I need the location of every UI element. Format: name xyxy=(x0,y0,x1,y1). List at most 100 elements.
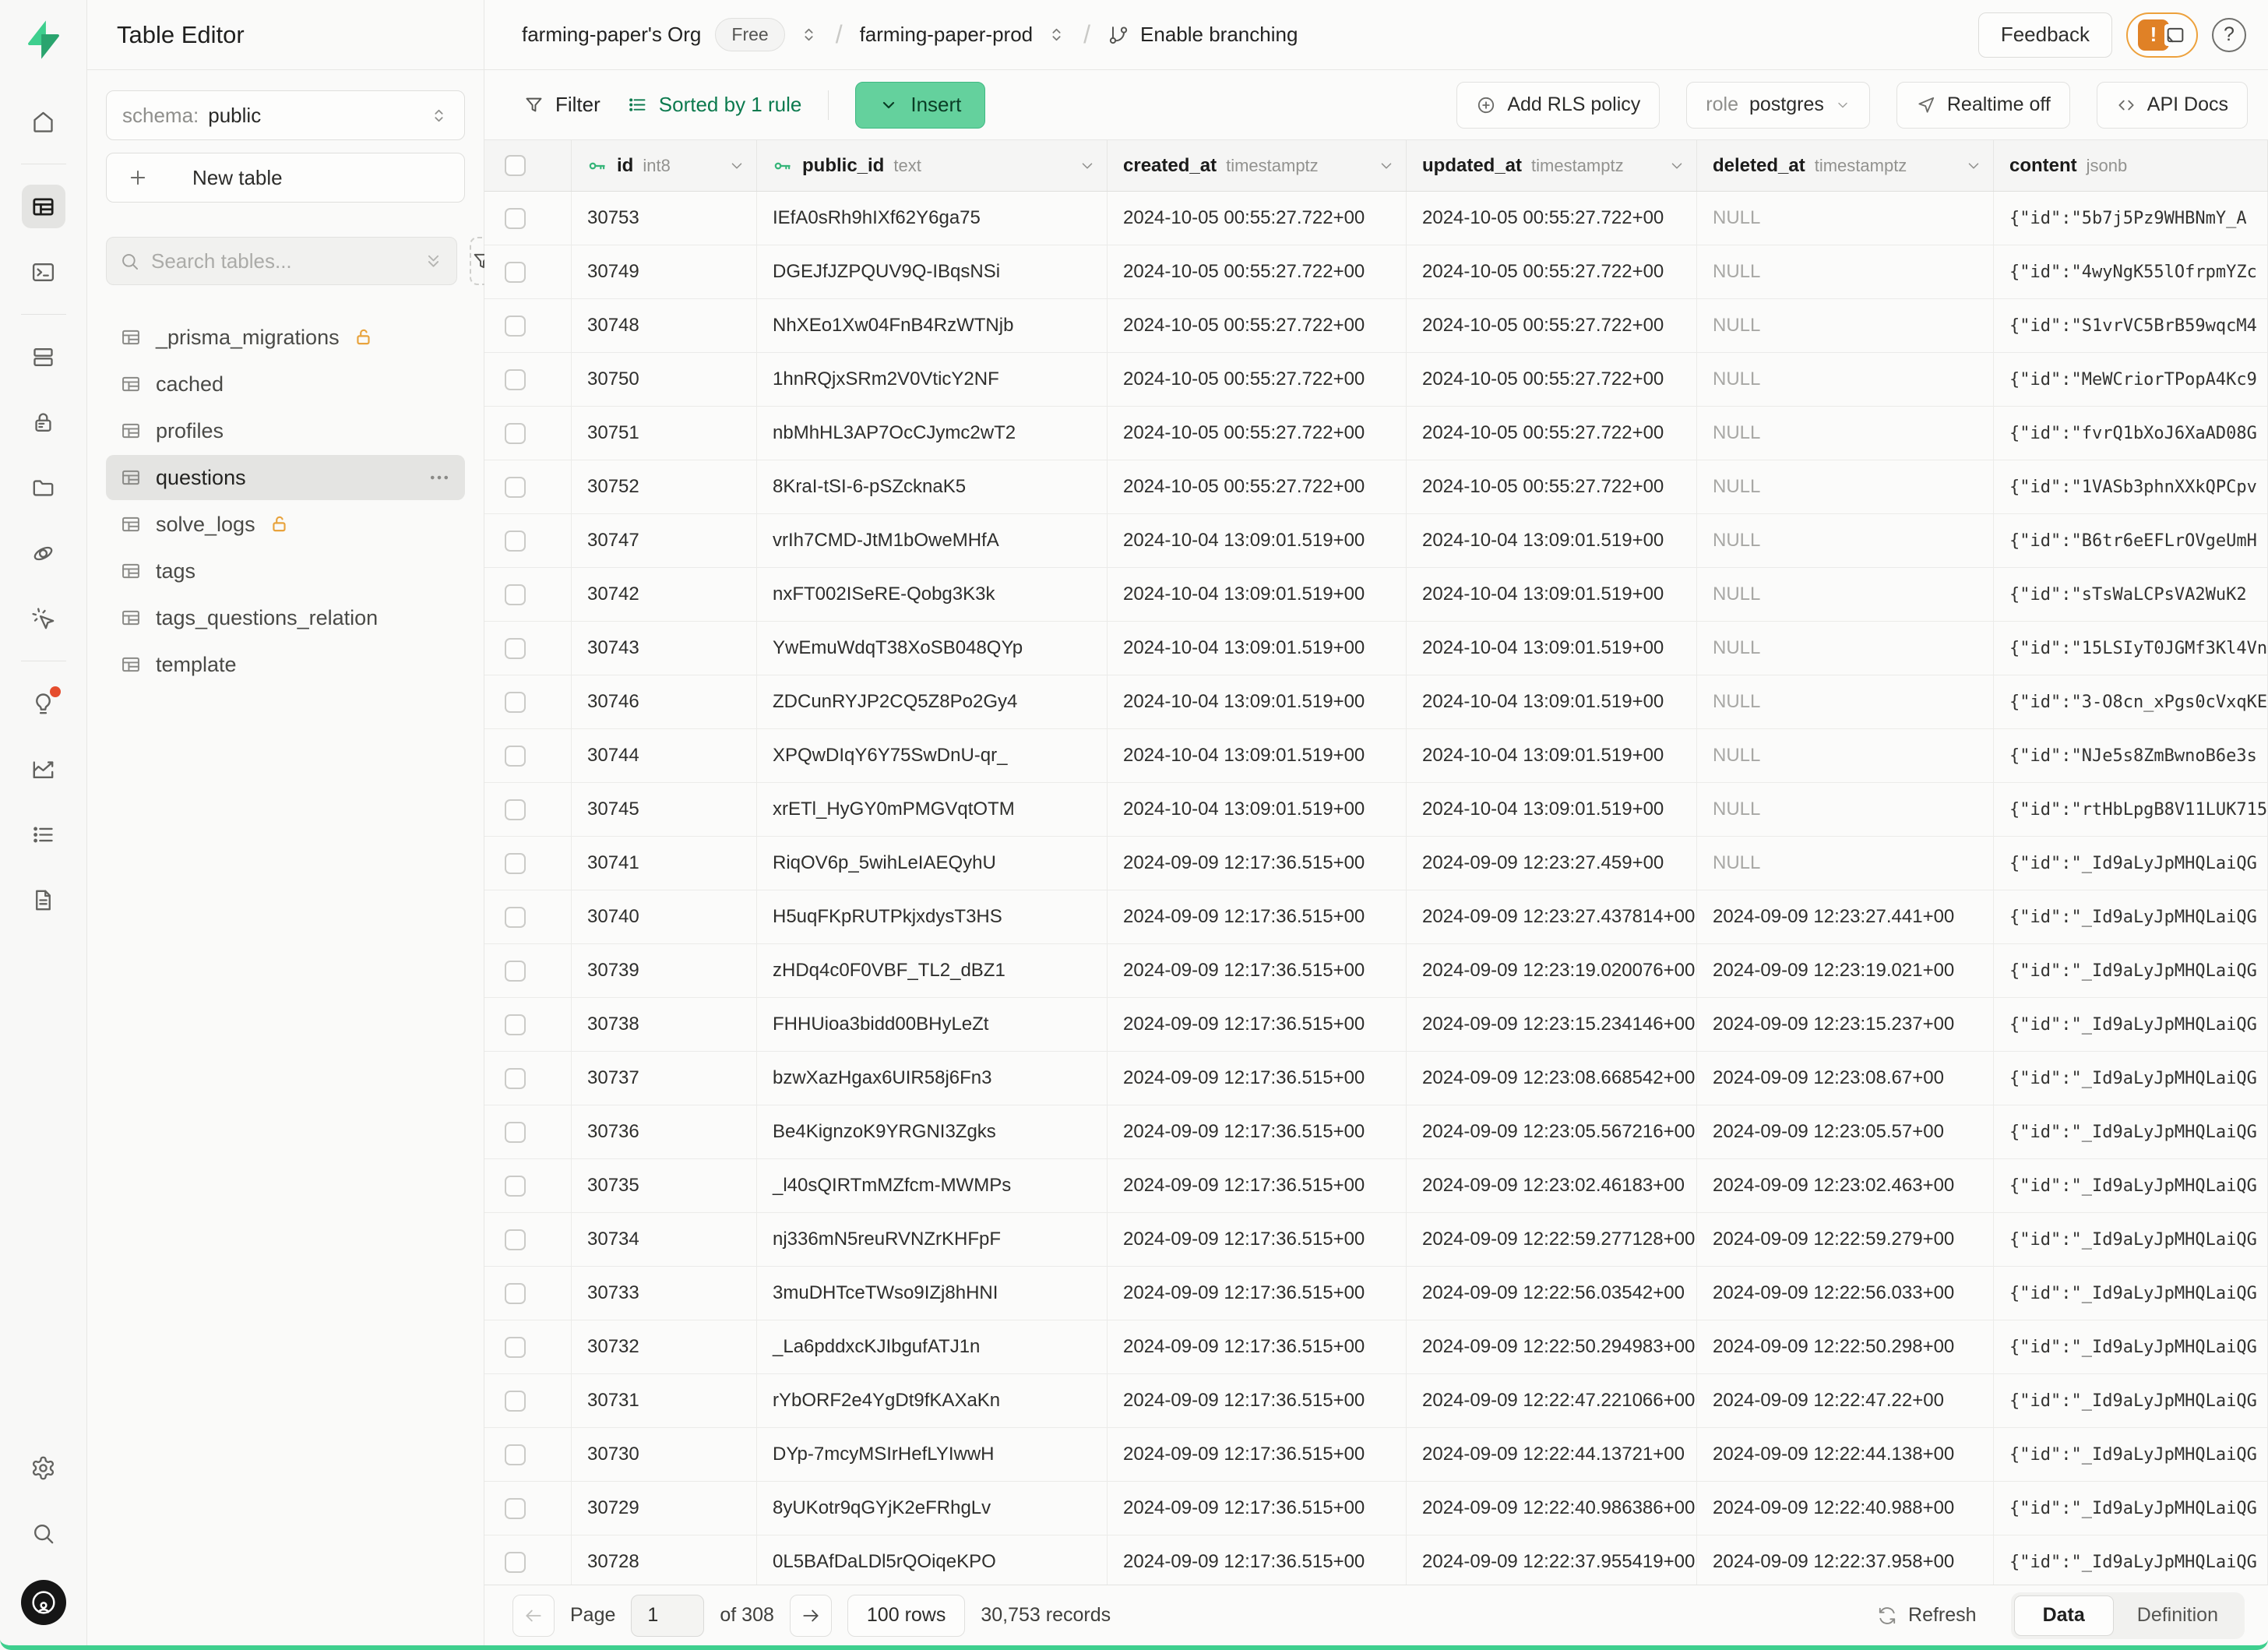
cell-updated-at[interactable]: 2024-09-09 12:23:02.46183+00 xyxy=(1407,1159,1697,1212)
column-header-created_at[interactable]: created_at timestamptz xyxy=(1108,140,1407,191)
new-table-button[interactable]: New table xyxy=(106,153,465,203)
column-header-public_id[interactable]: public_id text xyxy=(757,140,1108,191)
row-checkbox[interactable] xyxy=(505,1552,526,1573)
cell-created-at[interactable]: 2024-09-09 12:17:36.515+00 xyxy=(1108,1105,1407,1158)
row-checkbox[interactable] xyxy=(505,531,526,552)
cell-created-at[interactable]: 2024-10-05 00:55:27.722+00 xyxy=(1108,299,1407,352)
cell-deleted-at[interactable]: 2024-09-09 12:23:27.441+00 xyxy=(1697,890,1994,943)
cell-public-id[interactable]: RiqOV6p_5wihLeIAEQyhU xyxy=(757,837,1108,890)
cell-public-id[interactable]: 1hnRQjxSRm2V0VticY2NF xyxy=(757,353,1108,406)
table-row[interactable]: 30728 0L5BAfDaLDl5rQOiqeKPO 2024-09-09 1… xyxy=(484,1535,2268,1585)
cell-updated-at[interactable]: 2024-10-05 00:55:27.722+00 xyxy=(1407,460,1697,513)
cell-deleted-at[interactable]: NULL xyxy=(1697,729,1994,782)
cell-public-id[interactable]: 8yUKotr9qGYjK2eFRhgLv xyxy=(757,1482,1108,1535)
row-checkbox[interactable] xyxy=(505,477,526,498)
cell-id[interactable]: 30741 xyxy=(572,837,757,890)
table-row[interactable]: 30742 nxFT002ISeRE-Qobg3K3k 2024-10-04 1… xyxy=(484,568,2268,622)
table-row[interactable]: 30749 DGEJfJZPQUV9Q-IBqsNSi 2024-10-05 0… xyxy=(484,245,2268,299)
cell-created-at[interactable]: 2024-09-09 12:17:36.515+00 xyxy=(1108,1535,1407,1585)
refresh-button[interactable]: Refresh xyxy=(1877,1604,1977,1627)
cell-created-at[interactable]: 2024-09-09 12:17:36.515+00 xyxy=(1108,1213,1407,1266)
enable-branching-button[interactable]: Enable branching xyxy=(1108,23,1298,47)
cell-updated-at[interactable]: 2024-10-04 13:09:01.519+00 xyxy=(1407,729,1697,782)
cell-updated-at[interactable]: 2024-09-09 12:22:40.986386+00 xyxy=(1407,1482,1697,1535)
row-checkbox[interactable] xyxy=(505,1391,526,1412)
filter-button[interactable]: Filter xyxy=(523,93,600,117)
cell-public-id[interactable]: IEfA0sRh9hIXf62Y6ga75 xyxy=(757,192,1108,245)
cell-updated-at[interactable]: 2024-09-09 12:23:08.668542+00 xyxy=(1407,1052,1697,1105)
cell-content[interactable]: {"id":"_Id9aLyJpMHQLaiQG xyxy=(1994,998,2268,1051)
cell-updated-at[interactable]: 2024-09-09 12:22:50.294983+00 xyxy=(1407,1320,1697,1373)
cell-created-at[interactable]: 2024-10-04 13:09:01.519+00 xyxy=(1108,783,1407,836)
cell-created-at[interactable]: 2024-09-09 12:17:36.515+00 xyxy=(1108,998,1407,1051)
row-checkbox[interactable] xyxy=(505,1122,526,1143)
cell-public-id[interactable]: FHHUioa3bidd00BHyLeZt xyxy=(757,998,1108,1051)
cell-updated-at[interactable]: 2024-09-09 12:23:05.567216+00 xyxy=(1407,1105,1697,1158)
cell-id[interactable]: 30742 xyxy=(572,568,757,621)
cell-content[interactable]: {"id":"fvrQ1bXoJ6XaAD08G xyxy=(1994,407,2268,460)
cell-deleted-at[interactable]: NULL xyxy=(1697,514,1994,567)
cell-updated-at[interactable]: 2024-10-05 00:55:27.722+00 xyxy=(1407,407,1697,460)
cell-deleted-at[interactable]: NULL xyxy=(1697,675,1994,728)
chevron-down-icon[interactable] xyxy=(728,157,745,175)
column-header-id[interactable]: id int8 xyxy=(572,140,757,191)
table-row[interactable]: 30733 3muDHTceTWso9IZj8hHNI 2024-09-09 1… xyxy=(484,1267,2268,1320)
cell-id[interactable]: 30750 xyxy=(572,353,757,406)
table-row[interactable]: 30744 XPQwDIqY6Y75SwDnU-qr_ 2024-10-04 1… xyxy=(484,729,2268,783)
row-checkbox[interactable] xyxy=(505,1444,526,1465)
cell-content[interactable]: {"id":"1VASb3phnXXkQPCpv xyxy=(1994,460,2268,513)
cell-public-id[interactable]: DYp-7mcyMSIrHefLYIwwH xyxy=(757,1428,1108,1481)
nav-realtime-button[interactable] xyxy=(22,597,65,640)
cell-created-at[interactable]: 2024-10-04 13:09:01.519+00 xyxy=(1108,514,1407,567)
cell-deleted-at[interactable]: 2024-09-09 12:22:50.298+00 xyxy=(1697,1320,1994,1373)
cell-updated-at[interactable]: 2024-10-04 13:09:01.519+00 xyxy=(1407,783,1697,836)
chevrons-up-down-icon[interactable] xyxy=(1047,25,1066,44)
cell-updated-at[interactable]: 2024-10-04 13:09:01.519+00 xyxy=(1407,622,1697,675)
sidebar-table-item-profiles[interactable]: profiles xyxy=(106,408,465,453)
cell-deleted-at[interactable]: NULL xyxy=(1697,192,1994,245)
cell-updated-at[interactable]: 2024-10-05 00:55:27.722+00 xyxy=(1407,353,1697,406)
table-row[interactable]: 30739 zHDq4c0F0VBF_TL2_dBZ1 2024-09-09 1… xyxy=(484,944,2268,998)
api-docs-button[interactable]: API Docs xyxy=(2097,82,2248,129)
cell-content[interactable]: {"id":"_Id9aLyJpMHQLaiQG xyxy=(1994,837,2268,890)
nav-auth-button[interactable] xyxy=(22,400,65,444)
cell-public-id[interactable]: nbMhHL3AP7OcCJymc2wT2 xyxy=(757,407,1108,460)
cell-id[interactable]: 30736 xyxy=(572,1105,757,1158)
cell-deleted-at[interactable]: 2024-09-09 12:23:02.463+00 xyxy=(1697,1159,1994,1212)
cell-deleted-at[interactable]: 2024-09-09 12:23:15.237+00 xyxy=(1697,998,1994,1051)
nav-sql-editor-button[interactable] xyxy=(22,250,65,294)
table-row[interactable]: 30752 8KraI-tSI-6-pSZcknaK5 2024-10-05 0… xyxy=(484,460,2268,514)
cell-created-at[interactable]: 2024-10-04 13:09:01.519+00 xyxy=(1108,675,1407,728)
cell-id[interactable]: 30749 xyxy=(572,245,757,298)
sidebar-table-item-tags_questions_relation[interactable]: tags_questions_relation xyxy=(106,595,465,640)
cell-created-at[interactable]: 2024-10-04 13:09:01.519+00 xyxy=(1108,568,1407,621)
supabase-logo-icon[interactable] xyxy=(21,17,66,62)
cell-created-at[interactable]: 2024-10-05 00:55:27.722+00 xyxy=(1108,245,1407,298)
row-checkbox[interactable] xyxy=(505,1014,526,1035)
sort-button[interactable]: Sorted by 1 rule xyxy=(627,93,802,117)
cell-public-id[interactable]: zHDq4c0F0VBF_TL2_dBZ1 xyxy=(757,944,1108,997)
chevron-down-icon[interactable] xyxy=(1668,157,1685,175)
cell-updated-at[interactable]: 2024-09-09 12:23:19.020076+00 xyxy=(1407,944,1697,997)
cell-deleted-at[interactable]: NULL xyxy=(1697,837,1994,890)
cell-content[interactable]: {"id":"B6tr6eEFLrOVgeUmH xyxy=(1994,514,2268,567)
cell-id[interactable]: 30746 xyxy=(572,675,757,728)
user-avatar[interactable] xyxy=(21,1580,66,1625)
cell-public-id[interactable]: _l40sQIRTmMZfcm-MWMPs xyxy=(757,1159,1108,1212)
cell-content[interactable]: {"id":"sTsWaLCPsVA2WuK2 xyxy=(1994,568,2268,621)
table-row[interactable]: 30750 1hnRQjxSRm2V0VticY2NF 2024-10-05 0… xyxy=(484,353,2268,407)
table-row[interactable]: 30736 Be4KignzoK9YRGNI3Zgks 2024-09-09 1… xyxy=(484,1105,2268,1159)
rows-per-page-button[interactable]: 100 rows xyxy=(847,1595,965,1637)
cell-id[interactable]: 30739 xyxy=(572,944,757,997)
cell-id[interactable]: 30743 xyxy=(572,622,757,675)
cell-public-id[interactable]: xrETl_HyGY0mPMGVqtOTM xyxy=(757,783,1108,836)
cell-created-at[interactable]: 2024-10-05 00:55:27.722+00 xyxy=(1108,460,1407,513)
cell-public-id[interactable]: bzwXazHgax6UIR58j6Fn3 xyxy=(757,1052,1108,1105)
table-row[interactable]: 30743 YwEmuWdqT38XoSB048QYp 2024-10-04 1… xyxy=(484,622,2268,675)
row-checkbox[interactable] xyxy=(505,208,526,229)
cell-public-id[interactable]: nxFT002ISeRE-Qobg3K3k xyxy=(757,568,1108,621)
cell-id[interactable]: 30734 xyxy=(572,1213,757,1266)
cell-content[interactable]: {"id":"NJe5s8ZmBwnoB6e3s xyxy=(1994,729,2268,782)
table-row[interactable]: 30746 ZDCunRYJP2CQ5Z8Po2Gy4 2024-10-04 1… xyxy=(484,675,2268,729)
cell-content[interactable]: {"id":"MeWCriorTPopA4Kc9 xyxy=(1994,353,2268,406)
